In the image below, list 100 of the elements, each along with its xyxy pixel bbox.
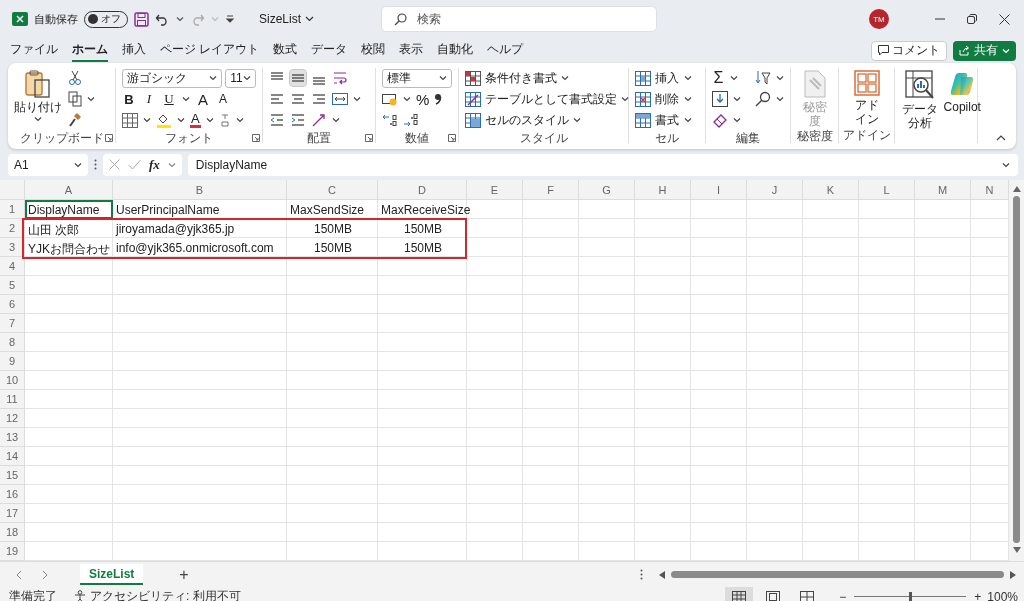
caret-icon[interactable] [87, 96, 95, 102]
save-icon[interactable] [134, 11, 149, 27]
vertical-scrollbar-thumb[interactable] [1013, 196, 1020, 543]
caret-icon[interactable] [353, 96, 361, 102]
zoom-level[interactable]: 100% [987, 589, 1018, 601]
close-icon[interactable] [999, 13, 1010, 25]
caret-icon[interactable] [621, 96, 629, 102]
user-avatar[interactable]: TM [869, 9, 889, 29]
row-header[interactable]: 8 [0, 333, 25, 352]
column-header[interactable]: L [859, 180, 915, 200]
caret-icon[interactable] [182, 96, 190, 102]
caret-icon[interactable] [776, 96, 784, 102]
column-header[interactable]: G [579, 180, 635, 200]
insert-function-button[interactable]: fx [149, 156, 160, 173]
insert-cells-icon[interactable] [635, 70, 651, 86]
decrease-font-size-button[interactable]: A [216, 92, 230, 106]
bold-button[interactable]: B [122, 91, 136, 107]
sheet-tab[interactable]: SizeList [80, 564, 144, 585]
zoom-slider[interactable] [854, 592, 967, 601]
caret-icon[interactable] [177, 117, 185, 123]
zoom-slider-thumb[interactable] [909, 592, 913, 601]
row-header[interactable]: 14 [0, 447, 25, 466]
row-header[interactable]: 17 [0, 504, 25, 523]
align-center-icon[interactable] [290, 91, 306, 107]
share-button[interactable]: 共有 [953, 40, 1016, 61]
autosum-button[interactable]: Σ [712, 69, 725, 87]
ribbon-tab[interactable]: 校閲 [361, 39, 386, 62]
fill-down-icon[interactable] [712, 91, 728, 107]
decrease-indent-icon[interactable] [269, 112, 285, 128]
row-header[interactable]: 1 [0, 200, 25, 219]
merge-cells-icon[interactable] [332, 91, 348, 107]
row-header[interactable]: 3 [0, 238, 25, 257]
caret-icon[interactable] [167, 161, 176, 168]
caret-icon[interactable] [729, 75, 738, 81]
ribbon-tab[interactable]: ヘルプ [487, 39, 524, 62]
orientation-icon[interactable] [311, 112, 327, 128]
add-ins-button[interactable]: アドイン [852, 68, 881, 127]
cells-menu-button[interactable]: 書式 [635, 111, 679, 129]
view-button[interactable] [725, 587, 754, 601]
caret-icon[interactable] [561, 75, 569, 81]
underline-button[interactable]: U [162, 91, 176, 107]
row-header[interactable]: 13 [0, 428, 25, 447]
row-header[interactable]: 12 [0, 409, 25, 428]
italic-button[interactable]: I [142, 91, 156, 107]
row-header[interactable]: 16 [0, 485, 25, 504]
ribbon-tab[interactable]: ファイル [10, 39, 58, 62]
row-header[interactable]: 19 [0, 542, 25, 561]
wrap-text-icon[interactable] [332, 70, 348, 86]
row-header[interactable]: 6 [0, 295, 25, 314]
dialog-launcher-icon[interactable] [365, 134, 373, 142]
column-header[interactable]: B [113, 180, 287, 200]
add-sheet-button[interactable]: + [179, 565, 189, 584]
horizontal-scrollbar-thumb[interactable] [671, 571, 1004, 578]
row-header[interactable]: 9 [0, 352, 25, 371]
table-format-icon[interactable] [465, 91, 481, 107]
file-name-button[interactable]: SizeList [259, 12, 315, 26]
row-header[interactable]: 7 [0, 314, 25, 333]
accessibility-status[interactable]: アクセシビリティ: 利用不可 [90, 588, 241, 601]
caret-icon[interactable] [176, 16, 184, 22]
style-menu-button[interactable]: セルのスタイル [465, 111, 581, 129]
data-analysis-icon[interactable] [904, 70, 935, 100]
ribbon-tab[interactable]: ページ レイアウト [160, 39, 260, 62]
find-icon[interactable] [755, 91, 771, 107]
align-left-icon[interactable] [269, 91, 285, 107]
column-header[interactable]: F [523, 180, 579, 200]
caret-icon[interactable] [403, 96, 411, 102]
row-header[interactable]: 4 [0, 257, 25, 276]
column-header[interactable]: J [747, 180, 803, 200]
align-right-icon[interactable] [311, 91, 327, 107]
collapse-ribbon-icon[interactable] [996, 135, 1006, 141]
copy-icon[interactable] [68, 91, 82, 107]
caret-icon[interactable] [439, 75, 447, 81]
increase-font-size-button[interactable]: A [196, 90, 210, 108]
increase-indent-icon[interactable] [290, 112, 306, 128]
phonetic-guide-icon[interactable] [218, 113, 231, 127]
scroll-up-icon[interactable] [1012, 186, 1021, 192]
paste-button[interactable]: 貼り付け [14, 68, 62, 130]
number-format-dropdown[interactable]: 標準 [382, 68, 452, 88]
caret-icon[interactable] [684, 75, 692, 81]
undo-icon[interactable] [155, 12, 170, 26]
caret-icon[interactable] [733, 96, 741, 102]
caret-icon[interactable] [74, 161, 82, 168]
caret-icon[interactable] [143, 117, 151, 123]
column-header[interactable]: N [971, 180, 1009, 200]
name-box[interactable]: A1 [8, 153, 88, 176]
caret-icon[interactable] [1002, 161, 1010, 168]
comment-button[interactable]: コメント [871, 40, 947, 61]
column-header[interactable]: D [378, 180, 467, 200]
column-header[interactable]: A [25, 180, 113, 200]
scroll-down-icon[interactable] [1012, 547, 1021, 553]
more-options-icon[interactable] [94, 159, 97, 170]
scroll-left-icon[interactable] [659, 570, 665, 579]
font-size-dropdown[interactable]: 11 [225, 68, 256, 88]
caret-icon[interactable] [205, 117, 214, 123]
font-name-dropdown[interactable]: 游ゴシック [122, 68, 223, 88]
restore-icon[interactable] [967, 14, 977, 24]
increase-decimal-icon[interactable] [382, 113, 398, 127]
dialog-launcher-icon[interactable] [105, 134, 113, 142]
format-painter-icon[interactable] [68, 112, 82, 128]
row-header[interactable]: 15 [0, 466, 25, 485]
